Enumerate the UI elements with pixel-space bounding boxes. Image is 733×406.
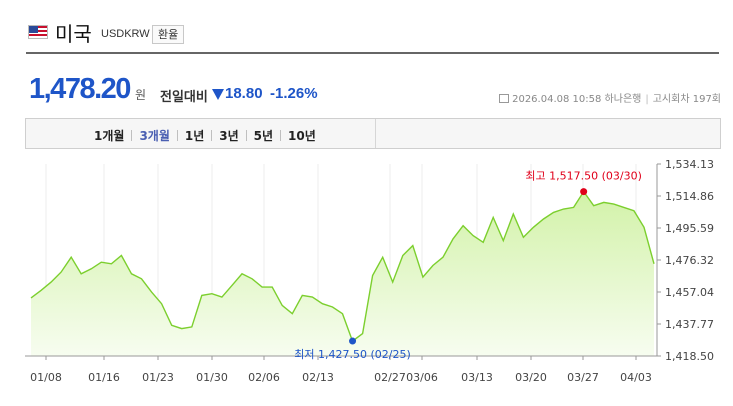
x-tick-label: 01/16 [88,371,120,384]
tabs-divider [375,119,376,148]
x-tick-label: 03/20 [515,371,547,384]
rate-area [31,191,654,356]
tab-period-2[interactable]: 1년 [185,127,204,144]
current-price: 1,478.20 [29,73,131,105]
low-point-label: 최저 1,427.50 (02/25) [294,348,411,361]
calendar-icon [499,94,510,103]
period-tab-list: 1개월 3개월 1년 3년 5년 10년 [94,127,316,144]
price-unit: 원 [135,88,147,102]
tab-separator [280,130,282,141]
low-point-marker [349,337,357,345]
down-arrow-icon [212,89,224,100]
y-tick-label: 1,534.13 [665,158,714,171]
x-tick-label: 02/06 [248,371,280,384]
tab-period-3[interactable]: 3년 [219,127,238,144]
quote-datetime: 2026.04.08 10:58 [512,94,602,105]
y-tick-label: 1,495.59 [665,222,714,235]
notice-round: 고시회차 197회 [652,94,721,105]
compare-label: 전일대비 [160,90,208,105]
tab-period-0[interactable]: 1개월 [94,127,124,144]
x-tick-label: 02/27 [374,371,406,384]
x-tick-label: 01/08 [30,371,62,384]
country-name: 미국 [55,22,92,46]
y-tick-label: 1,437.77 [665,318,714,331]
tab-separator [211,130,213,141]
title-bar: 미국 USDKRW 환율 [26,14,719,54]
us-flag-icon [28,25,48,39]
tab-separator [176,130,178,141]
bank-name: 하나은행 [604,94,642,105]
tab-period-4[interactable]: 5년 [254,127,273,144]
meta-divider: | [645,94,649,105]
tab-separator [131,130,133,141]
y-tick-label: 1,457.04 [665,286,714,299]
y-tick-label: 1,418.50 [665,350,714,363]
x-tick-label: 01/30 [196,371,228,384]
currency-code: USDKRW [101,28,150,40]
x-tick-label: 02/13 [302,371,334,384]
tab-period-1[interactable]: 3개월 [139,127,169,144]
exchange-rate-chart: 01/08 01/16 01/23 01/30 02/06 02/13 02/27 03/06… [25,158,714,384]
tab-period-5[interactable]: 10년 [288,127,316,144]
high-point-label: 최고 1,517.50 (03/30) [525,170,642,183]
x-tick-label: 03/06 [406,371,438,384]
tab-separator [245,130,247,141]
period-tabs: 1개월 3개월 1년 3년 5년 10년 [25,118,721,149]
x-tick-label: 03/13 [461,371,493,384]
quote-meta: 2026.04.08 10:58 하나은행 | 고시회차 197회 [499,90,721,105]
y-tick-label: 1,514.86 [665,190,714,203]
exchange-button[interactable]: 환율 [152,25,185,44]
change-amount: 18.80 [225,85,263,102]
y-tick-label: 1,476.32 [665,254,714,267]
x-tick-label: 04/03 [620,371,652,384]
x-tick-label: 01/23 [142,371,174,384]
x-tick-label: 03/27 [567,371,599,384]
change-percent: -1.26% [270,85,318,102]
high-point-marker [580,188,588,196]
